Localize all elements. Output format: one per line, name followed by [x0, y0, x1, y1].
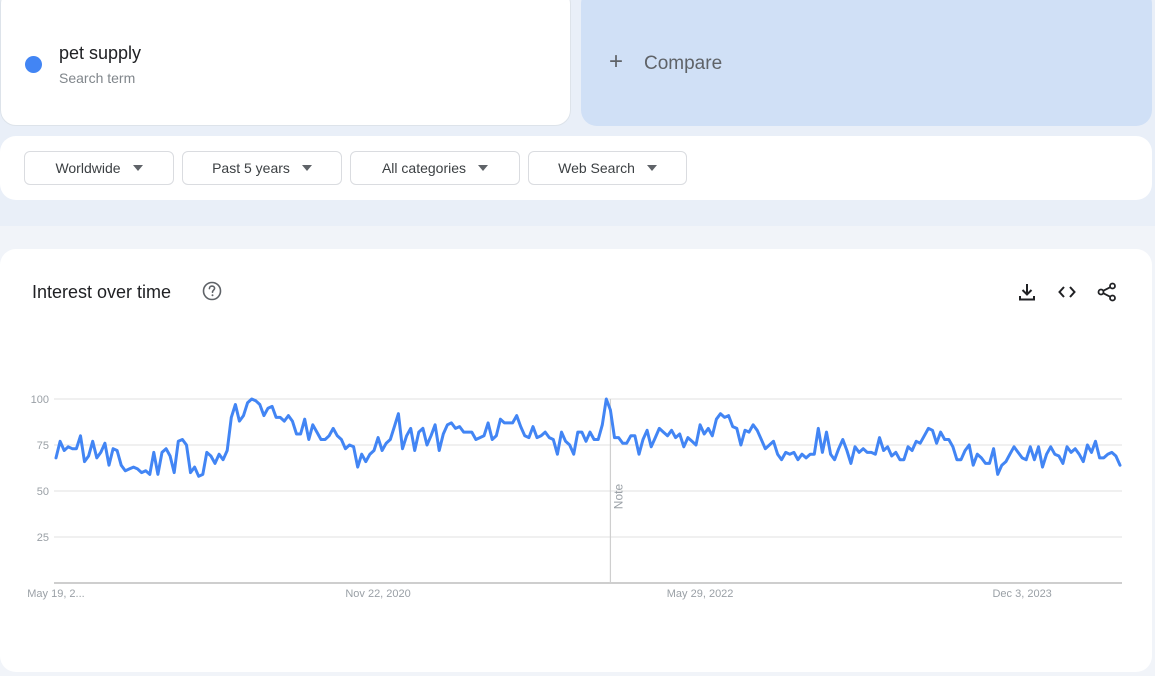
category-dropdown[interactable]: All categories [350, 151, 520, 185]
code-icon[interactable] [1056, 281, 1078, 303]
caret-down-icon [478, 165, 489, 171]
interest-chart: 25 50 75 100 May 19, 2... Nov 22, 2020 May 29,… [27, 394, 1122, 600]
compare-label: Compare [644, 53, 723, 74]
x-tick-label: Nov 22, 2020 [345, 588, 410, 600]
y-tick-label: 75 [37, 440, 49, 452]
chart-title: Interest over time [32, 282, 172, 302]
share-icon[interactable] [1096, 281, 1118, 303]
caret-down-icon [132, 165, 143, 171]
search-type-dropdown-label: Web Search [558, 160, 635, 176]
x-tick-label: Dec 3, 2023 [992, 588, 1051, 600]
search-term-type: Search term [59, 70, 136, 86]
location-dropdown[interactable]: Worldwide [24, 151, 174, 185]
filter-bar: Worldwide Past 5 years All categories We… [0, 136, 1152, 200]
interest-over-time-card: 25 50 75 100 May 19, 2... Nov 22, 2020 May 29,… [0, 249, 1152, 672]
note-annotation-label[interactable]: Note [611, 484, 625, 510]
caret-down-icon [301, 165, 312, 171]
series-color-dot [25, 56, 42, 73]
time-range-dropdown[interactable]: Past 5 years [182, 151, 342, 185]
y-tick-label: 25 [37, 532, 49, 544]
search-term-card[interactable]: pet supply Search term [0, 0, 571, 126]
search-term-name[interactable]: pet supply [59, 43, 141, 64]
location-dropdown-label: Worldwide [55, 160, 121, 176]
download-icon[interactable] [1016, 281, 1038, 303]
help-circle-icon[interactable] [202, 281, 222, 301]
category-dropdown-label: All categories [381, 160, 467, 176]
time-range-dropdown-label: Past 5 years [212, 160, 290, 176]
x-tick-label: May 19, 2... [27, 588, 84, 600]
y-tick-label: 100 [31, 394, 49, 406]
x-tick-label: May 29, 2022 [667, 588, 734, 600]
plus-icon: + [609, 48, 624, 75]
caret-down-icon [646, 165, 657, 171]
y-tick-label: 50 [37, 486, 49, 498]
search-type-dropdown[interactable]: Web Search [528, 151, 687, 185]
compare-button[interactable]: + Compare [581, 0, 1152, 126]
